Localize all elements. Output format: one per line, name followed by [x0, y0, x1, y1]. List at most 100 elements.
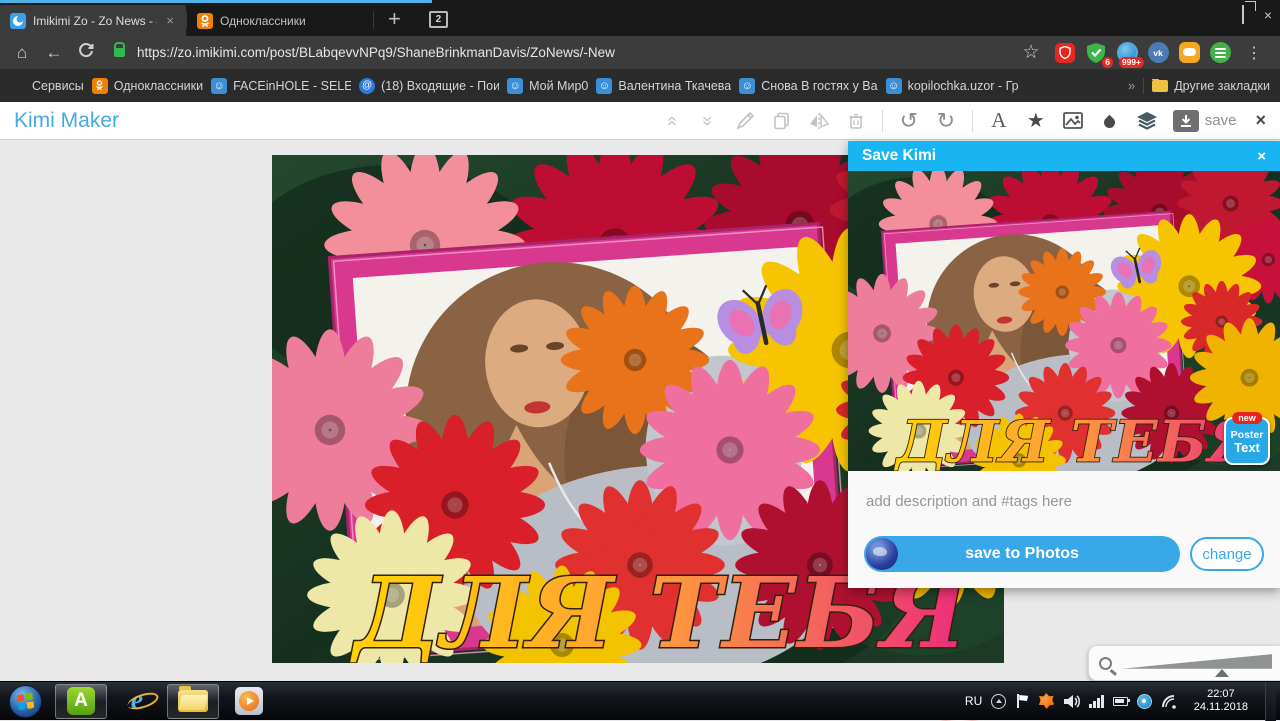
bookmark-moymir[interactable]: ☺ Мой Мир0 — [507, 78, 588, 94]
explorer-folder-icon — [178, 690, 208, 712]
window-close-button[interactable]: × — [1264, 8, 1272, 22]
page-title: Kimi Maker — [14, 109, 119, 133]
image-tool-icon[interactable] — [1062, 110, 1084, 132]
bookmark-services[interactable]: Сервисы — [10, 78, 84, 94]
smiley-favicon: ☺ — [211, 78, 227, 94]
extension-adblock-button[interactable] — [1054, 42, 1076, 64]
poster-text-button[interactable]: new Poster Text — [1224, 417, 1270, 465]
show-desktop-button[interactable] — [1265, 682, 1276, 721]
editor-workspace: Save Kimi × new Poster Text add descript… — [0, 140, 1280, 681]
ok-favicon — [92, 78, 108, 94]
network-icon[interactable] — [1089, 695, 1104, 708]
zoom-slider-track[interactable] — [1122, 650, 1272, 676]
edit-pencil-icon[interactable] — [734, 110, 756, 132]
sticker-tool-icon[interactable]: ★ — [1025, 110, 1047, 132]
bookmark-ok[interactable]: Одноклассники — [92, 78, 203, 94]
duplicate-icon[interactable] — [771, 110, 793, 132]
volume-icon[interactable] — [1063, 694, 1080, 709]
editor-close-button[interactable]: × — [1255, 110, 1266, 131]
send-backward-icon[interactable]: » — [697, 110, 719, 132]
tab-title: Одноклассники — [220, 14, 363, 28]
zoom-slider-handle[interactable] — [1215, 669, 1229, 677]
tray-utility-icon[interactable] — [1161, 694, 1177, 709]
show-hidden-icons-button[interactable] — [991, 694, 1006, 709]
antivirus-tray-icon[interactable] — [1038, 693, 1054, 709]
media-player-icon — [235, 687, 263, 715]
layers-icon[interactable] — [1136, 110, 1158, 132]
tray-app-icon[interactable] — [1137, 694, 1152, 709]
new-badge: new — [1232, 412, 1262, 424]
home-button[interactable]: ⌂ — [8, 43, 36, 63]
save-panel-header: Save Kimi × — [848, 141, 1280, 171]
back-button[interactable]: ← — [40, 43, 68, 63]
address-bar[interactable]: https://zo.imikimi.com/post/BLabqevvNPq9… — [137, 45, 1013, 60]
taskbar-ie-button[interactable]: e — [111, 684, 163, 719]
bookmarks-overflow-button[interactable]: » — [1128, 78, 1135, 93]
extension-notifications-button[interactable]: 999+ — [1116, 42, 1138, 64]
extension-vk-button[interactable]: vk — [1147, 42, 1169, 64]
text-tool-icon[interactable]: A — [988, 110, 1010, 132]
tab-odnoklassniki[interactable]: Одноклассники — [187, 5, 373, 36]
delete-trash-icon[interactable] — [845, 110, 867, 132]
zoom-control — [1088, 645, 1280, 681]
time: 22:07 — [1194, 688, 1248, 701]
restore-icon — [1242, 5, 1244, 24]
taskbar-explorer-button[interactable] — [167, 684, 219, 719]
date: 24.11.2018 — [1194, 701, 1248, 714]
extension-menu-button[interactable] — [1209, 42, 1231, 64]
bring-forward-icon[interactable]: » — [660, 110, 682, 132]
extension-chat-button[interactable] — [1178, 42, 1200, 64]
save-to-photos-button[interactable]: save to Photos — [864, 536, 1180, 572]
action-center-flag-icon[interactable] — [1015, 694, 1029, 708]
new-tab-button[interactable]: + — [374, 8, 415, 36]
redo-icon[interactable]: ↻ — [935, 110, 957, 132]
save-panel-close-button[interactable]: × — [1257, 148, 1266, 165]
battery-icon[interactable] — [1113, 697, 1128, 706]
effects-droplet-icon[interactable] — [1099, 110, 1121, 132]
active-tab-accent — [0, 0, 432, 3]
folder-icon — [1152, 80, 1168, 92]
toolbar-save-button[interactable]: save — [1173, 110, 1237, 132]
tab-counter-button[interactable]: 2 — [429, 11, 448, 28]
download-icon — [1173, 110, 1199, 132]
tray-clock[interactable]: 22:07 24.11.2018 — [1186, 688, 1256, 714]
start-button[interactable] — [8, 684, 43, 719]
bookmark-mail[interactable]: @ (18) Входящие - Пои — [359, 78, 499, 94]
bookmark-star-button[interactable]: ☆ — [1017, 41, 1045, 64]
kimi-maker-header: Kimi Maker » » ↺ ↻ A ★ — [0, 102, 1280, 140]
vpn-badge: 6 — [1102, 57, 1113, 68]
chat-bubble-icon — [1179, 42, 1200, 63]
bookmark-kopilochka[interactable]: ☺ kopilochka.uzor - Гр — [886, 78, 1019, 94]
bookmark-valentina[interactable]: ☺ Валентина Ткачева — [596, 78, 731, 94]
taskbar-media-player-button[interactable] — [223, 684, 275, 719]
taskbar-amigo-button[interactable]: A — [55, 684, 107, 719]
browser-menu-button[interactable]: ⋮ — [1240, 43, 1268, 63]
change-button[interactable]: change — [1190, 537, 1264, 571]
reload-icon — [78, 43, 94, 59]
extension-vpn-button[interactable]: 6 — [1085, 42, 1107, 64]
vk-icon: vk — [1148, 42, 1169, 63]
apps-grid-icon — [10, 78, 26, 94]
flip-icon[interactable] — [808, 110, 830, 132]
window-restore-button[interactable] — [1242, 6, 1244, 24]
bookmark-faceinhole[interactable]: ☺ FACEinHOLE - SELEN — [211, 78, 351, 94]
mail-at-favicon: @ — [359, 78, 375, 94]
tab-imikimi[interactable]: Imikimi Zo - Zo News - # Ne × — [0, 5, 186, 36]
notifications-badge: 999+ — [1119, 57, 1144, 68]
description-input[interactable]: add description and #tags here — [866, 493, 1264, 510]
browser-navbar: ⌂ ← https://zo.imikimi.com/post/BLabqevv… — [0, 36, 1280, 69]
zoom-slider[interactable] — [1122, 650, 1272, 676]
other-bookmarks-button[interactable]: Другие закладки — [1152, 79, 1270, 93]
language-indicator[interactable]: RU — [965, 694, 982, 708]
magnifier-icon — [1099, 657, 1112, 670]
reload-button[interactable] — [72, 41, 100, 64]
amigo-icon: A — [67, 687, 95, 715]
bookmark-snova[interactable]: ☺ Снова В гостях у Ва — [739, 78, 877, 94]
smiley-favicon: ☺ — [596, 78, 612, 94]
tab-close-icon[interactable]: × — [164, 13, 176, 28]
save-panel-title: Save Kimi — [862, 147, 936, 165]
imikimi-favicon — [10, 13, 26, 29]
undo-icon[interactable]: ↺ — [898, 110, 920, 132]
ssl-lock-icon[interactable] — [114, 48, 125, 57]
red-shield-icon — [1055, 43, 1075, 63]
